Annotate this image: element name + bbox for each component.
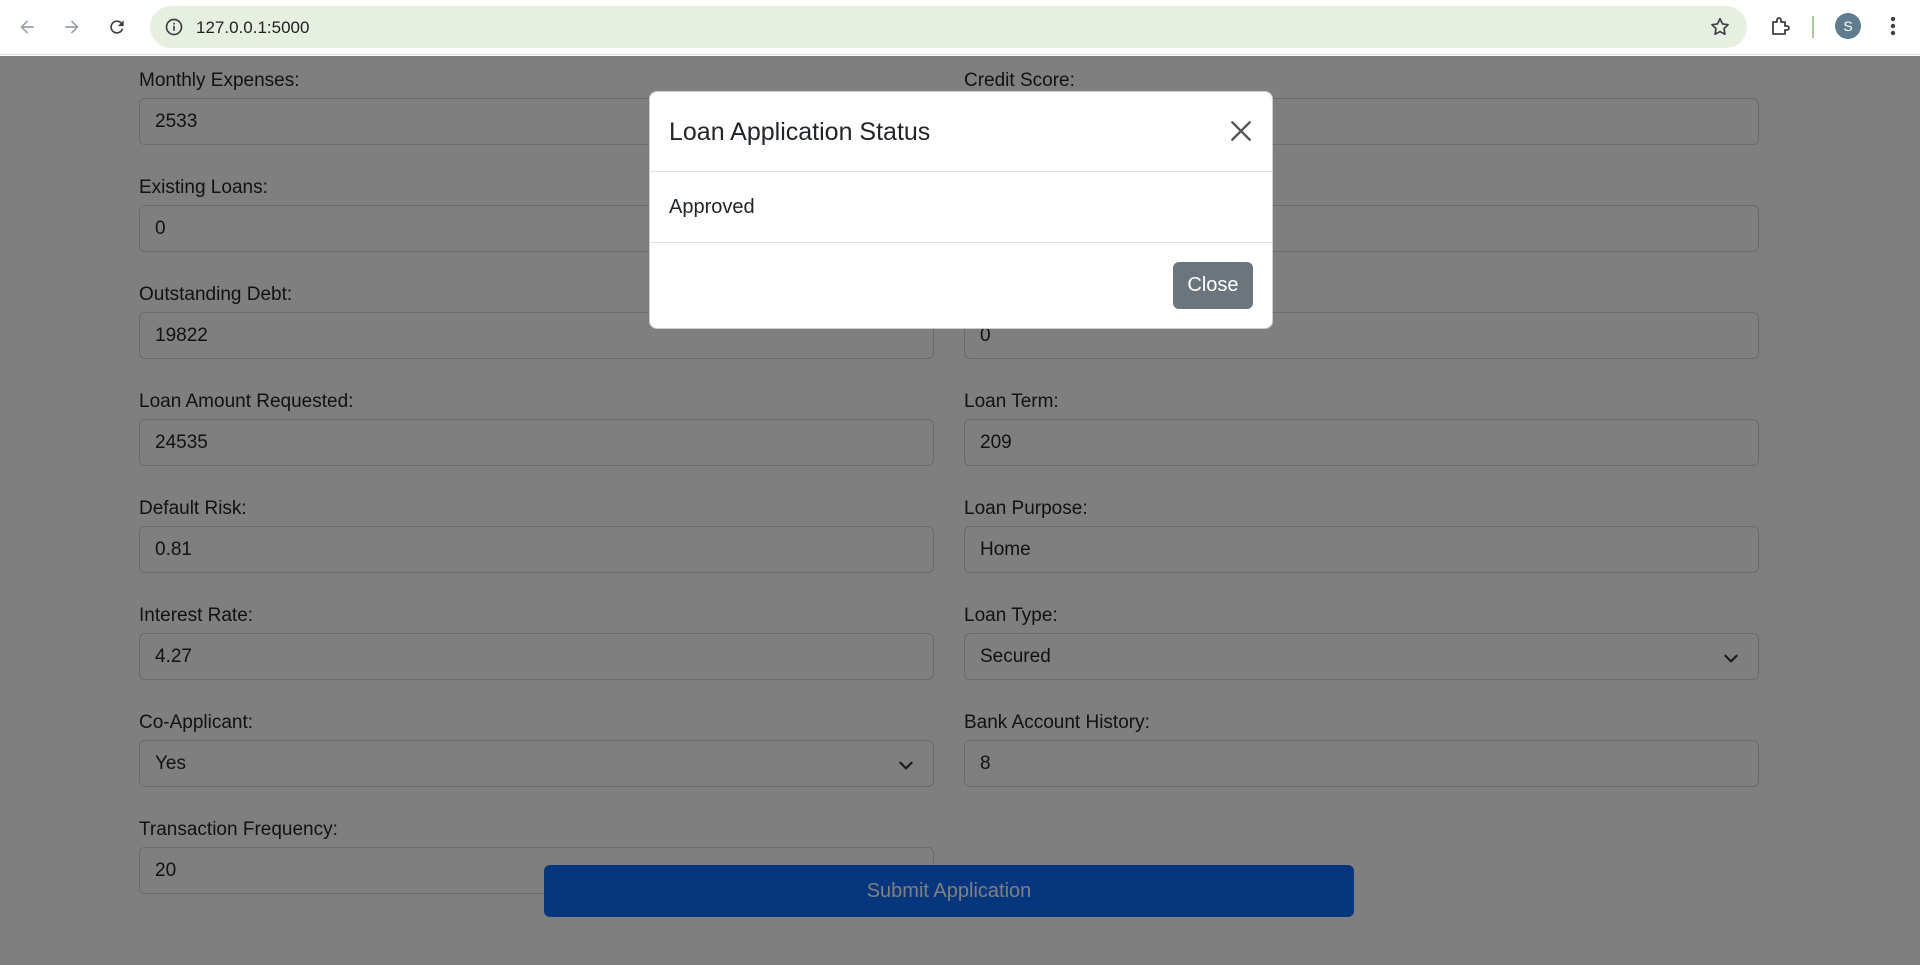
address-bar[interactable]: 127.0.0.1:5000 [150, 6, 1747, 48]
toolbar-divider [1812, 16, 1814, 38]
back-button[interactable] [10, 10, 44, 44]
browser-toolbar: 127.0.0.1:5000 S [0, 0, 1920, 55]
more-menu-icon[interactable] [1883, 12, 1903, 40]
status-message: Approved [669, 196, 755, 218]
url-text: 127.0.0.1:5000 [196, 18, 310, 37]
close-button[interactable]: Close [1173, 262, 1253, 309]
forward-arrow-icon [65, 20, 79, 34]
status-modal: Loan Application Status Approved Close [649, 91, 1273, 329]
modal-title: Loan Application Status [669, 118, 931, 146]
modal-header: Loan Application Status [650, 92, 1272, 172]
close-icon[interactable] [1228, 118, 1254, 144]
extensions-puzzle-icon[interactable] [1769, 14, 1793, 38]
back-arrow-icon [20, 20, 34, 34]
modal-body: Approved [650, 172, 1272, 243]
site-info-icon[interactable] [164, 17, 184, 37]
bookmark-star-icon[interactable] [1709, 16, 1731, 38]
forward-button[interactable] [55, 10, 89, 44]
reload-button[interactable] [100, 10, 134, 44]
profile-avatar[interactable]: S [1835, 13, 1861, 39]
reload-icon [110, 20, 124, 34]
